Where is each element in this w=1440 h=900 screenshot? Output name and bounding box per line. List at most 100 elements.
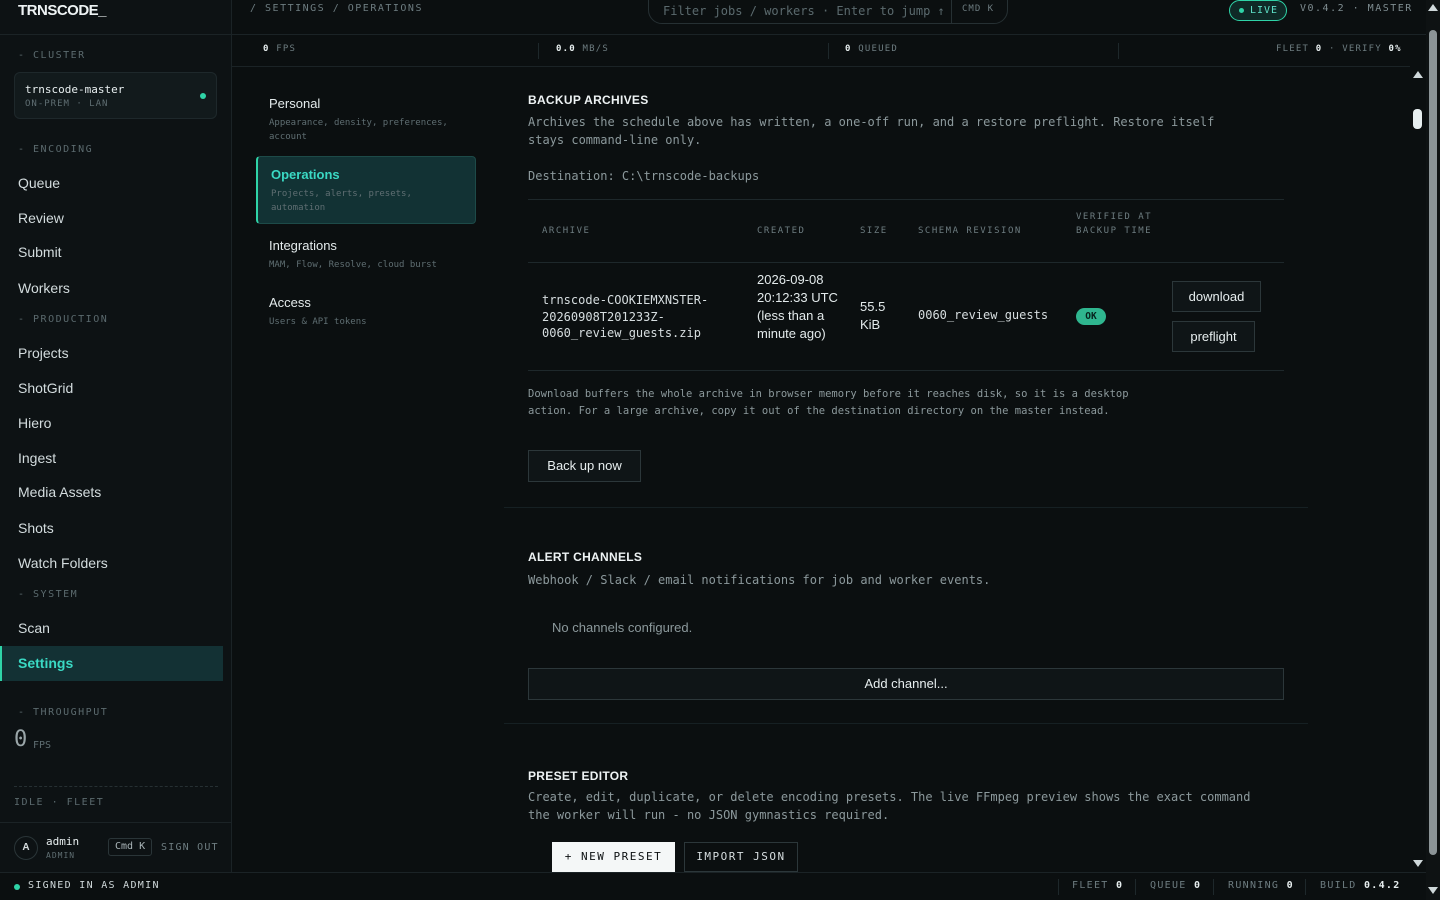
sidebar: TRNSCODE_ - CLUSTER trnscode-master ON-P… xyxy=(0,0,232,872)
presets-description: Create, edit, duplicate, or delete encod… xyxy=(528,790,1251,822)
archive-schema: 0060_review_guests xyxy=(918,308,1049,322)
archive-created: 2026-09-08 20:12:33 UTC (less than a min… xyxy=(757,272,838,341)
settings-nav-title: Integrations xyxy=(269,238,337,253)
divider xyxy=(0,822,231,823)
section-title-backup: BACKUP ARCHIVES xyxy=(528,93,649,107)
cluster-status-dot-icon xyxy=(200,93,206,99)
col-header-schema: SCHEMA REVISION xyxy=(918,226,1022,236)
settings-nav-title: Personal xyxy=(269,96,321,111)
window-scroll-up-arrow-icon[interactable] xyxy=(1428,4,1438,11)
col-header-size: SIZE xyxy=(860,226,888,236)
content-scrollbar-thumb[interactable] xyxy=(1413,109,1422,129)
alerts-empty-state: No channels configured. xyxy=(552,620,693,635)
avatar[interactable]: A xyxy=(14,836,38,860)
preflight-button[interactable]: preflight xyxy=(1172,321,1255,352)
user-name: admin xyxy=(46,835,80,848)
settings-nav-access[interactable]: Access Users & API tokens xyxy=(256,285,476,339)
sidebar-item-submit[interactable]: Submit xyxy=(0,235,223,270)
cluster-name: trnscode-master xyxy=(25,83,125,96)
settings-nav-desc: Projects, alerts, presets, automation xyxy=(271,189,412,213)
sidebar-item-scan[interactable]: Scan xyxy=(0,611,223,646)
cluster-subtitle: ON-PREM · LAN xyxy=(25,99,109,109)
new-preset-button[interactable]: + NEW PRESET xyxy=(552,842,675,872)
add-channel-button[interactable]: Add channel... xyxy=(528,668,1284,700)
import-json-button[interactable]: IMPORT JSON xyxy=(684,842,798,872)
settings-nav-operations[interactable]: Operations Projects, alerts, presets, au… xyxy=(256,156,476,224)
search-shortcut: CMD K xyxy=(962,4,995,14)
top-bar: / SETTINGS / OPERATIONS Filter jobs / wo… xyxy=(232,0,1440,35)
settings-nav-desc: Users & API tokens xyxy=(269,317,367,327)
live-dot-icon xyxy=(1239,8,1244,13)
stat-fps: 0 FPS xyxy=(263,44,297,54)
backup-table: ARCHIVE CREATED SIZE SCHEMA REVISION VER… xyxy=(528,199,1284,371)
divider xyxy=(828,43,829,59)
throughput-value: 0 xyxy=(14,727,28,752)
window-scroll-down-arrow-icon[interactable] xyxy=(1428,887,1438,894)
col-header-verified: VERIFIED AT BACKUP TIME xyxy=(1076,212,1153,236)
settings-nav-integrations[interactable]: Integrations MAM, Flow, Resolve, cloud b… xyxy=(256,228,476,282)
divider xyxy=(951,0,952,23)
stats-bar: 0 FPS 0.0 MB/S 0 QUEUED FLEET 0 · VERIFY… xyxy=(232,35,1410,67)
divider xyxy=(1118,43,1119,59)
signed-in-status: SIGNED IN AS ADMIN xyxy=(28,880,160,891)
sidebar-item-ingest[interactable]: Ingest xyxy=(0,441,223,476)
divider xyxy=(538,43,539,59)
divider xyxy=(504,507,1308,508)
production-heading: - PRODUCTION xyxy=(18,314,109,325)
sign-out-button[interactable]: SIGN OUT xyxy=(161,842,219,853)
sidebar-item-media-assets[interactable]: Media Assets xyxy=(0,475,223,510)
footer-fleet: FLEET 0 xyxy=(1072,880,1124,891)
divider xyxy=(528,370,1284,371)
backup-note: Download buffers the whole archive in br… xyxy=(528,388,1129,417)
verified-ok-badge: OK xyxy=(1076,308,1106,325)
divider xyxy=(504,723,1308,724)
sidebar-item-watch-folders[interactable]: Watch Folders xyxy=(0,546,223,581)
sidebar-item-shotgrid[interactable]: ShotGrid xyxy=(0,371,223,406)
divider xyxy=(0,34,231,35)
col-header-created: CREATED xyxy=(757,226,806,236)
archive-filename: trnscode-COOKIEMXNSTER-20260908T201233Z-… xyxy=(542,293,709,340)
command-palette-shortcut[interactable]: Cmd K xyxy=(108,838,153,856)
download-button[interactable]: download xyxy=(1172,281,1261,312)
backup-description: Archives the schedule above has written,… xyxy=(528,115,1215,147)
throughput-unit: FPS xyxy=(33,740,52,751)
system-heading: - SYSTEM xyxy=(18,589,79,600)
settings-nav-title: Access xyxy=(269,295,311,310)
sidebar-item-shots[interactable]: Shots xyxy=(0,511,223,546)
live-badge: LIVE xyxy=(1229,0,1287,21)
search-placeholder: Filter jobs / workers · Enter to jump ↑ xyxy=(663,4,945,18)
footer-queue: QUEUE 0 xyxy=(1150,880,1202,891)
back-up-now-button[interactable]: Back up now xyxy=(528,450,641,482)
status-footer: SIGNED IN AS ADMIN FLEET 0 QUEUE 0 RUNNI… xyxy=(0,872,1426,900)
throughput-heading: - THROUGHPUT xyxy=(18,707,109,718)
col-header-archive: ARCHIVE xyxy=(542,226,591,236)
settings-nav-personal[interactable]: Personal Appearance, density, preference… xyxy=(256,86,476,154)
window-scrollbar[interactable] xyxy=(1426,0,1440,900)
cluster-selector[interactable]: trnscode-master ON-PREM · LAN xyxy=(14,72,217,119)
stat-fleet: FLEET 0 · VERIFY 0% xyxy=(1276,44,1402,54)
version-label: V0.4.2 · MASTER xyxy=(1300,3,1413,14)
divider xyxy=(528,262,1284,263)
divider xyxy=(14,786,218,787)
sidebar-item-hiero[interactable]: Hiero xyxy=(0,406,223,441)
settings-nav-desc: Appearance, density, preferences, accoun… xyxy=(269,118,448,142)
sidebar-item-workers[interactable]: Workers xyxy=(0,271,223,306)
window-scrollbar-thumb[interactable] xyxy=(1429,30,1437,855)
search-input[interactable]: Filter jobs / workers · Enter to jump ↑ … xyxy=(648,0,1008,24)
encoding-heading: - ENCODING xyxy=(18,144,94,155)
content-scrollbar[interactable] xyxy=(1410,67,1426,872)
fleet-state: IDLE · FLEET xyxy=(14,797,105,808)
sidebar-item-settings[interactable]: Settings xyxy=(0,646,223,681)
sidebar-item-projects[interactable]: Projects xyxy=(0,336,223,371)
backup-destination: Destination: C:\trnscode-backups xyxy=(528,169,760,183)
scroll-down-arrow-icon[interactable] xyxy=(1413,860,1423,867)
brand-logo[interactable]: TRNSCODE_ xyxy=(18,2,107,19)
divider xyxy=(1305,879,1306,895)
divider xyxy=(1058,879,1059,895)
breadcrumb: / SETTINGS / OPERATIONS xyxy=(250,3,423,14)
scroll-up-arrow-icon[interactable] xyxy=(1413,71,1423,78)
settings-nav-desc: MAM, Flow, Resolve, cloud burst xyxy=(269,260,437,270)
sidebar-item-review[interactable]: Review xyxy=(0,201,223,236)
alerts-description: Webhook / Slack / email notifications fo… xyxy=(528,573,991,587)
sidebar-item-queue[interactable]: Queue xyxy=(0,166,223,201)
